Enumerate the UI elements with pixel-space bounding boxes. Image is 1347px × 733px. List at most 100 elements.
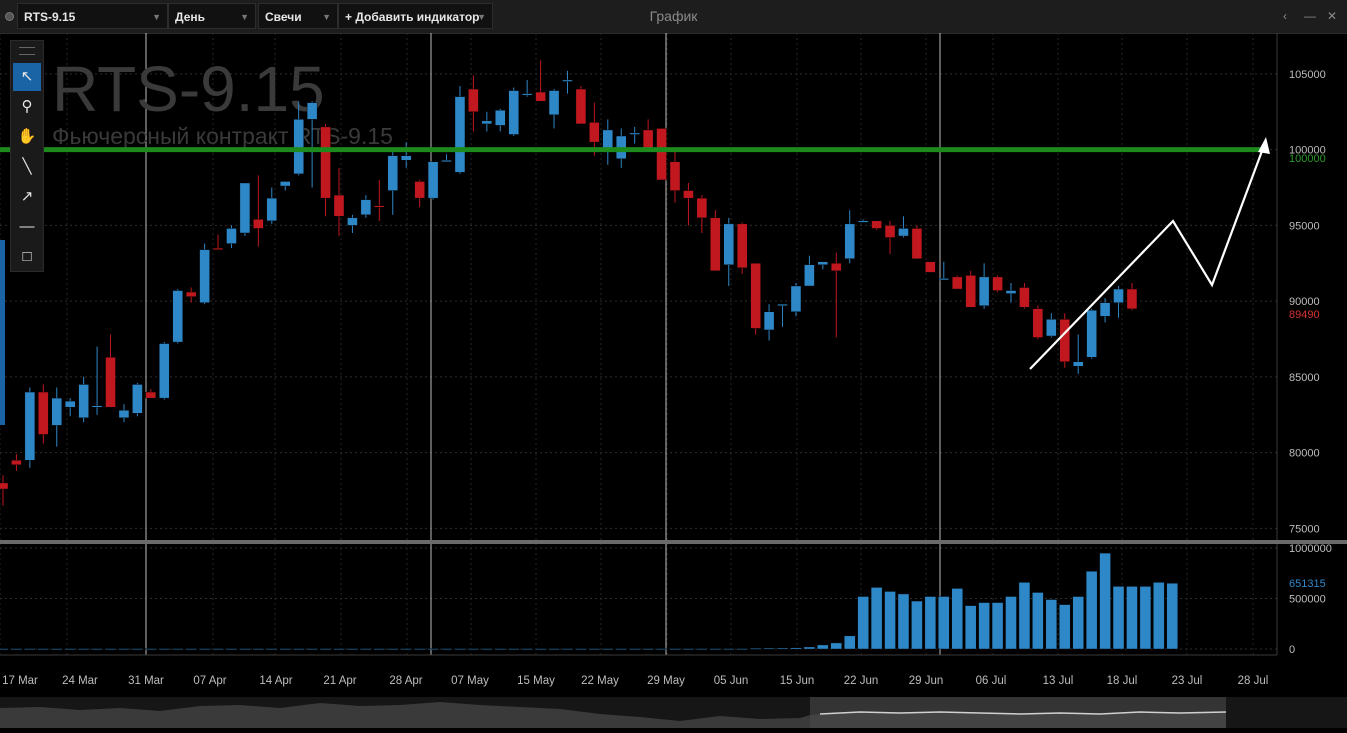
chevron-down-icon: ▼ xyxy=(240,12,249,22)
candle-body xyxy=(468,88,479,112)
candle-body xyxy=(280,181,291,187)
candle-body xyxy=(589,122,600,143)
volume-bar xyxy=(64,648,76,650)
candle-body xyxy=(1086,310,1097,358)
interval-select[interactable]: День ▼ xyxy=(168,3,256,29)
candle-body xyxy=(374,205,385,208)
symbol-select[interactable]: RTS-9.15 ▼ xyxy=(17,3,168,29)
arrow-head xyxy=(1258,137,1270,154)
volume-bar xyxy=(911,600,923,650)
time-tick-label: 29 May xyxy=(647,675,685,687)
candle-body xyxy=(696,197,708,219)
watermark-title: RTS-9.15 xyxy=(52,53,325,125)
candle-body xyxy=(401,155,412,161)
toolbar-grip-icon[interactable] xyxy=(19,47,35,55)
time-tick-label: 07 May xyxy=(451,675,489,687)
drawing-toolbar: ↖ ⚲ ✋ ╲ ↗ — □ xyxy=(10,40,44,272)
volume-bar xyxy=(413,648,426,650)
volume-bar xyxy=(1072,596,1084,650)
candle-body xyxy=(333,194,345,217)
hand-icon[interactable]: ✋ xyxy=(13,123,41,151)
price-tick-label: 105000 xyxy=(1289,69,1326,81)
candle-body xyxy=(777,303,788,306)
candle-body xyxy=(293,119,304,175)
volume-bar xyxy=(1099,552,1111,650)
chart-style-select-label: Свечи xyxy=(265,10,302,24)
rectangle-icon[interactable]: □ xyxy=(13,243,41,271)
volume-bar xyxy=(145,648,157,650)
candle-body xyxy=(925,261,936,273)
volume-bar xyxy=(319,648,332,650)
candle-body xyxy=(710,217,721,272)
time-tick-label: 21 Apr xyxy=(323,675,356,687)
price-tick-label: 95000 xyxy=(1289,220,1320,232)
candle-body xyxy=(414,181,425,199)
time-tick-label: 13 Jul xyxy=(1043,675,1074,687)
volume-bar xyxy=(561,648,574,650)
candle-body xyxy=(1059,319,1070,362)
candle-body xyxy=(427,161,439,199)
add-indicator-button[interactable]: + Добавить индикатор ▼ xyxy=(338,3,493,29)
volume-bar xyxy=(185,648,197,650)
volume-bar xyxy=(1059,604,1071,650)
candle-body xyxy=(521,93,533,96)
arrow-icon[interactable]: ↗ xyxy=(13,183,41,211)
volume-bar xyxy=(736,648,748,650)
volume-series xyxy=(0,552,1178,650)
candle-body xyxy=(1019,287,1030,308)
candle-body xyxy=(804,264,815,287)
volume-bar xyxy=(763,647,775,650)
minimize-button[interactable]: — xyxy=(1301,7,1319,25)
candle-body xyxy=(844,223,855,259)
close-button[interactable]: ✕ xyxy=(1323,7,1341,25)
time-tick-label: 28 Apr xyxy=(389,675,422,687)
volume-bar xyxy=(494,648,506,650)
volume-bar xyxy=(803,646,816,650)
volume-bar xyxy=(0,648,9,650)
time-tick-label: 31 Mar xyxy=(128,675,164,687)
volume-bar xyxy=(212,648,224,650)
candle-body xyxy=(1005,290,1017,294)
side-panel-tab[interactable] xyxy=(0,240,5,425)
candle-body xyxy=(481,120,493,125)
horizontal-line-icon[interactable]: — xyxy=(13,213,41,241)
back-button[interactable]: ‹ xyxy=(1276,7,1294,25)
candle-body xyxy=(737,223,748,269)
candle-body xyxy=(64,400,76,408)
time-tick-label: 28 Jul xyxy=(1238,675,1269,687)
volume-bar xyxy=(1032,592,1044,650)
volume-bar xyxy=(77,648,90,650)
price-tick-label: 85000 xyxy=(1289,372,1320,384)
candle-body xyxy=(132,384,143,414)
volume-bar xyxy=(964,605,977,650)
chart-style-select[interactable]: Свечи ▼ xyxy=(258,3,338,29)
watermark-subtitle: Фьючерсный контракт RTS-9.15 xyxy=(52,123,393,149)
volume-bar xyxy=(924,596,937,650)
volume-bar xyxy=(709,648,722,650)
window-header: RTS-9.15 ▼ День ▼ Свечи ▼ + Добавить инд… xyxy=(0,0,1347,34)
candle-body xyxy=(871,220,882,229)
volume-axis: 0 500000 1000000 xyxy=(1289,543,1332,656)
pointer-icon[interactable]: ↖ xyxy=(13,63,41,91)
candle-body xyxy=(642,129,654,150)
volume-bar xyxy=(481,648,493,650)
last-volume-label: 651315 xyxy=(1289,578,1326,590)
time-tick-label: 14 Apr xyxy=(259,675,292,687)
candle-body xyxy=(965,275,976,308)
candle-body xyxy=(360,199,372,215)
volume-bar xyxy=(1126,586,1138,650)
price-tick-label: 75000 xyxy=(1289,523,1320,535)
volume-bar xyxy=(427,648,439,650)
last-price-label: 89490 xyxy=(1289,309,1320,321)
candle-body xyxy=(817,261,829,265)
volume-bar xyxy=(615,648,627,650)
candle-body xyxy=(172,290,183,343)
candle-body xyxy=(226,228,237,244)
candle-body xyxy=(1099,302,1111,317)
zoom-icon[interactable]: ⚲ xyxy=(13,93,41,121)
navigator-scrollbar[interactable] xyxy=(0,697,1347,728)
line-icon[interactable]: ╲ xyxy=(13,153,41,181)
volume-bar xyxy=(333,648,345,650)
price-chart[interactable]: RTS-9.15 Фьючерсный контракт RTS-9.15 75… xyxy=(0,33,1347,697)
volume-bar xyxy=(575,648,587,650)
